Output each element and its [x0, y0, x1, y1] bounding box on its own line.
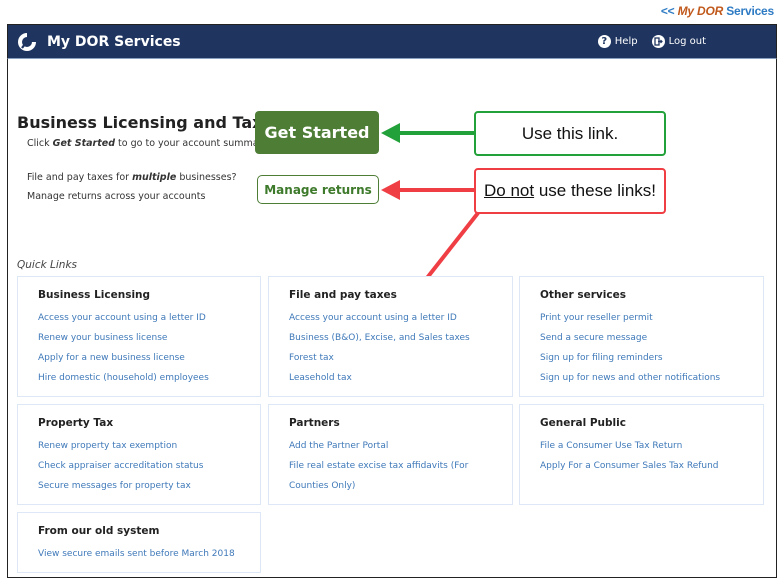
- back-link-part1: My DOR: [677, 4, 724, 18]
- get-started-button[interactable]: Get Started: [255, 111, 379, 154]
- link-filing-reminders[interactable]: Sign up for filing reminders: [540, 348, 763, 368]
- multi-bold: multiple: [132, 172, 177, 183]
- card-title: File and pay taxes: [289, 289, 397, 301]
- do-not-rest: use these links!: [534, 181, 656, 200]
- manage-returns-button[interactable]: Manage returns: [257, 175, 379, 204]
- logout-link[interactable]: Log out: [651, 35, 706, 48]
- card-other-services: Other services Print your reseller permi…: [519, 276, 764, 397]
- page-title: Business Licensing and Tax: [17, 113, 263, 132]
- multi-prefix: File and pay taxes for: [27, 172, 133, 183]
- my-dor-services-back-link[interactable]: << My DOR Services: [661, 4, 774, 18]
- dor-logo-icon[interactable]: [17, 32, 37, 52]
- card-title: Business Licensing: [38, 289, 151, 301]
- card-old-system: From our old system View secure emails s…: [17, 512, 261, 573]
- link-renew-property-tax-exemption[interactable]: Renew property tax exemption: [38, 436, 260, 456]
- link-send-secure-message[interactable]: Send a secure message: [540, 328, 763, 348]
- do-not-underlined: Do not: [484, 181, 535, 200]
- link-access-account-letter-id[interactable]: Access your account using a letter ID: [289, 308, 512, 328]
- card-title: Property Tax: [38, 417, 114, 429]
- card-title: Other services: [540, 289, 626, 301]
- link-add-partner-portal[interactable]: Add the Partner Portal: [289, 436, 512, 456]
- link-real-estate-excise-affidavits[interactable]: File real estate excise tax affidavits (…: [289, 456, 499, 496]
- multiple-businesses-text: File and pay taxes for multiple business…: [27, 172, 237, 183]
- help-label: Help: [614, 36, 638, 47]
- quick-links-label: Quick Links: [17, 259, 78, 271]
- card-title: General Public: [540, 417, 626, 429]
- hero-subtitle: Click Get Started to go to your account …: [27, 138, 268, 149]
- card-title: Partners: [289, 417, 340, 429]
- link-consumer-sales-tax-refund[interactable]: Apply For a Consumer Sales Tax Refund: [540, 456, 763, 476]
- link-apply-business-license[interactable]: Apply for a new business license: [38, 348, 260, 368]
- link-bo-excise-sales-taxes[interactable]: Business (B&O), Excise, and Sales taxes: [289, 328, 512, 348]
- link-old-secure-emails[interactable]: View secure emails sent before March 201…: [38, 544, 260, 564]
- question-circle-icon: ?: [597, 35, 611, 48]
- do-not-use-callout: Do not use these links!: [474, 168, 666, 214]
- link-access-account-letter-id[interactable]: Access your account using a letter ID: [38, 308, 260, 328]
- card-partners: Partners Add the Partner Portal File rea…: [268, 404, 513, 505]
- link-forest-tax[interactable]: Forest tax: [289, 348, 512, 368]
- multi-suffix: businesses?: [176, 172, 237, 183]
- back-chevron: <<: [660, 4, 675, 18]
- manage-returns-description: Manage returns across your accounts: [27, 191, 206, 202]
- hero-subtitle-prefix: Click: [27, 138, 53, 149]
- hero-subtitle-bold: Get Started: [52, 138, 116, 149]
- card-business-licensing: Business Licensing Access your account u…: [17, 276, 261, 397]
- hero-subtitle-suffix: to go to your account summary: [115, 138, 269, 149]
- card-property-tax: Property Tax Renew property tax exemptio…: [17, 404, 261, 505]
- help-link[interactable]: ? Help: [597, 35, 638, 48]
- link-consumer-use-tax-return[interactable]: File a Consumer Use Tax Return: [540, 436, 763, 456]
- use-this-link-callout: Use this link.: [474, 111, 666, 156]
- navbar: My DOR Services ? Help Log out: [7, 24, 777, 59]
- logout-icon: [651, 35, 665, 48]
- back-link-part2: Services: [726, 4, 774, 18]
- link-property-tax-messages[interactable]: Secure messages for property tax: [38, 476, 260, 496]
- card-file-and-pay-taxes: File and pay taxes Access your account u…: [268, 276, 513, 397]
- link-hire-domestic-employees[interactable]: Hire domestic (household) employees: [38, 368, 260, 388]
- link-news-notifications[interactable]: Sign up for news and other notifications: [540, 368, 763, 388]
- brand-title[interactable]: My DOR Services: [47, 34, 181, 50]
- card-title: From our old system: [38, 525, 160, 537]
- link-leasehold-tax[interactable]: Leasehold tax: [289, 368, 512, 388]
- link-appraiser-accreditation[interactable]: Check appraiser accreditation status: [38, 456, 260, 476]
- logout-label: Log out: [668, 36, 706, 47]
- link-renew-business-license[interactable]: Renew your business license: [38, 328, 260, 348]
- card-general-public: General Public File a Consumer Use Tax R…: [519, 404, 764, 505]
- link-print-reseller-permit[interactable]: Print your reseller permit: [540, 308, 763, 328]
